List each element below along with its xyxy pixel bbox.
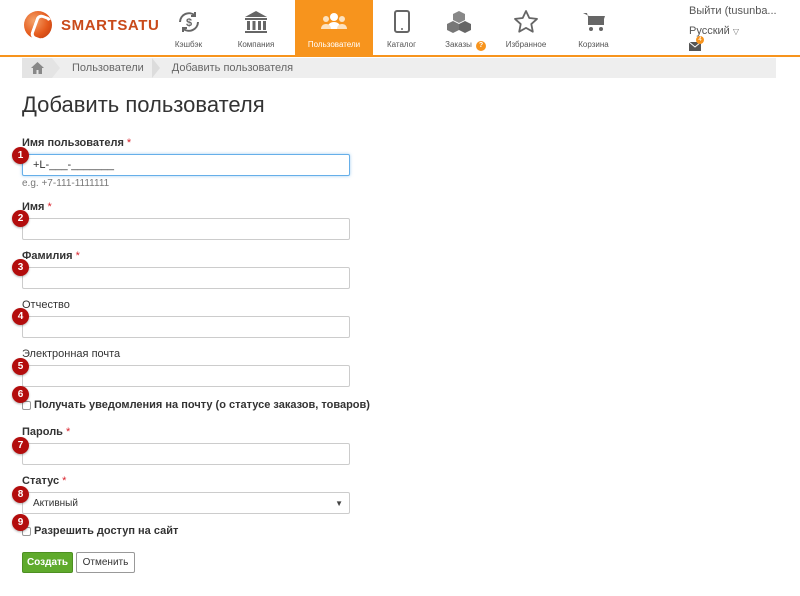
caret-down-icon: ▼: [335, 498, 343, 508]
messages-count-badge: 4: [696, 36, 704, 44]
dollar-cycle-icon: $: [175, 8, 203, 36]
nav-item-company[interactable]: Компания: [217, 0, 295, 55]
nav-item-favorites[interactable]: Избранное: [487, 0, 565, 55]
status-select[interactable]: Активный ▼: [22, 492, 350, 514]
site-access-row: Разрешить доступ на сайт: [22, 525, 178, 537]
logout-link[interactable]: Выйти (tusunba...: [689, 5, 799, 20]
boxes-icon: [445, 8, 473, 36]
nav-item-cashback[interactable]: $ Кэшбэк: [160, 0, 217, 55]
step-badge-8: 8: [12, 486, 29, 503]
middle-name-label: Отчество: [22, 299, 70, 311]
notify-label: Получать уведомления на почту (о статусе…: [34, 399, 370, 411]
nav-item-cart[interactable]: Корзина: [565, 0, 622, 55]
breadcrumb: Пользователи Добавить пользователя: [22, 58, 776, 78]
top-header: SMARTSATU $ Кэшбэк Компания Пользователи…: [0, 0, 800, 57]
email-label-text: Электронная почта: [22, 348, 121, 360]
step-badge-9: 9: [12, 514, 29, 531]
messages-button[interactable]: 4: [689, 36, 704, 51]
create-button[interactable]: Создать: [22, 552, 73, 573]
nav-label: Кэшбэк: [174, 40, 203, 49]
brand-name: SMARTSATU: [61, 16, 160, 34]
breadcrumb-home[interactable]: [22, 58, 52, 78]
nav-label: Корзина: [578, 40, 609, 49]
required-mark: *: [65, 426, 71, 438]
status-label: Статус *: [22, 475, 66, 487]
required-mark: *: [126, 137, 132, 149]
step-badge-7: 7: [12, 437, 29, 454]
nav-item-users[interactable]: Пользователи: [295, 0, 373, 55]
svg-text:$: $: [185, 17, 191, 29]
email-input[interactable]: [22, 365, 350, 387]
step-badge-1: 1: [12, 147, 29, 164]
nav-label: Заказы: [445, 40, 472, 49]
users-icon: [320, 8, 348, 36]
notify-row: Получать уведомления на почту (о статусе…: [22, 399, 370, 411]
home-icon: [30, 62, 44, 74]
username-hint: e.g. +7-111-1111111: [22, 178, 110, 189]
step-badge-3: 3: [12, 259, 29, 276]
middle-name-label-text: Отчество: [22, 299, 70, 311]
site-access-label: Разрешить доступ на сайт: [34, 525, 179, 537]
language-select[interactable]: Русский ▽: [689, 25, 799, 37]
username-label-text: Имя пользователя: [22, 137, 124, 149]
last-name-label-text: Фамилия: [22, 250, 73, 262]
step-badge-5: 5: [12, 358, 29, 375]
breadcrumb-separator: [151, 58, 160, 78]
first-name-label: Имя *: [22, 201, 52, 213]
nav-label: Избранное: [505, 40, 547, 49]
status-value: Активный: [33, 497, 78, 509]
brand-logo[interactable]: SMARTSATU: [24, 11, 159, 39]
first-name-input[interactable]: [22, 218, 350, 240]
main-nav: $ Кэшбэк Компания Пользователи Каталог З…: [160, 0, 622, 55]
nav-label: Пользователи: [307, 40, 361, 49]
tablet-icon: [388, 8, 416, 36]
middle-name-input[interactable]: [22, 316, 350, 338]
breadcrumb-current: Добавить пользователя: [171, 62, 294, 74]
orders-help-badge[interactable]: ?: [476, 41, 486, 51]
user-panel: Выйти (tusunba... Русский ▽ 4: [689, 5, 799, 51]
breadcrumb-separator: [52, 58, 60, 78]
star-icon: [512, 8, 540, 36]
username-label: Имя пользователя *: [22, 137, 131, 149]
nav-label: Каталог: [386, 40, 417, 49]
nav-item-orders[interactable]: Заказы ?: [430, 0, 487, 55]
logo-icon: [24, 11, 52, 39]
nav-item-catalog[interactable]: Каталог: [373, 0, 430, 55]
email-label: Электронная почта: [22, 348, 120, 360]
username-input[interactable]: [22, 154, 350, 176]
nav-label: Компания: [237, 40, 275, 49]
status-label-text: Статус: [22, 475, 60, 487]
language-value: Русский: [689, 25, 730, 37]
triangle-down-icon: ▽: [732, 26, 739, 36]
password-label-text: Пароль: [22, 426, 63, 438]
page-title: Добавить пользователя: [22, 92, 265, 117]
password-input[interactable]: [22, 443, 350, 465]
cart-icon: [580, 8, 608, 36]
password-label: Пароль *: [22, 426, 70, 438]
step-badge-6: 6: [12, 386, 29, 403]
required-mark: *: [75, 250, 80, 262]
last-name-input[interactable]: [22, 267, 350, 289]
required-mark: *: [47, 201, 52, 213]
last-name-label: Фамилия *: [22, 250, 80, 262]
bank-icon: [242, 8, 270, 36]
step-badge-4: 4: [12, 308, 29, 325]
required-mark: *: [62, 475, 67, 487]
step-badge-2: 2: [12, 210, 29, 227]
cancel-button[interactable]: Отменить: [76, 552, 135, 573]
breadcrumb-users[interactable]: Пользователи: [72, 58, 152, 78]
